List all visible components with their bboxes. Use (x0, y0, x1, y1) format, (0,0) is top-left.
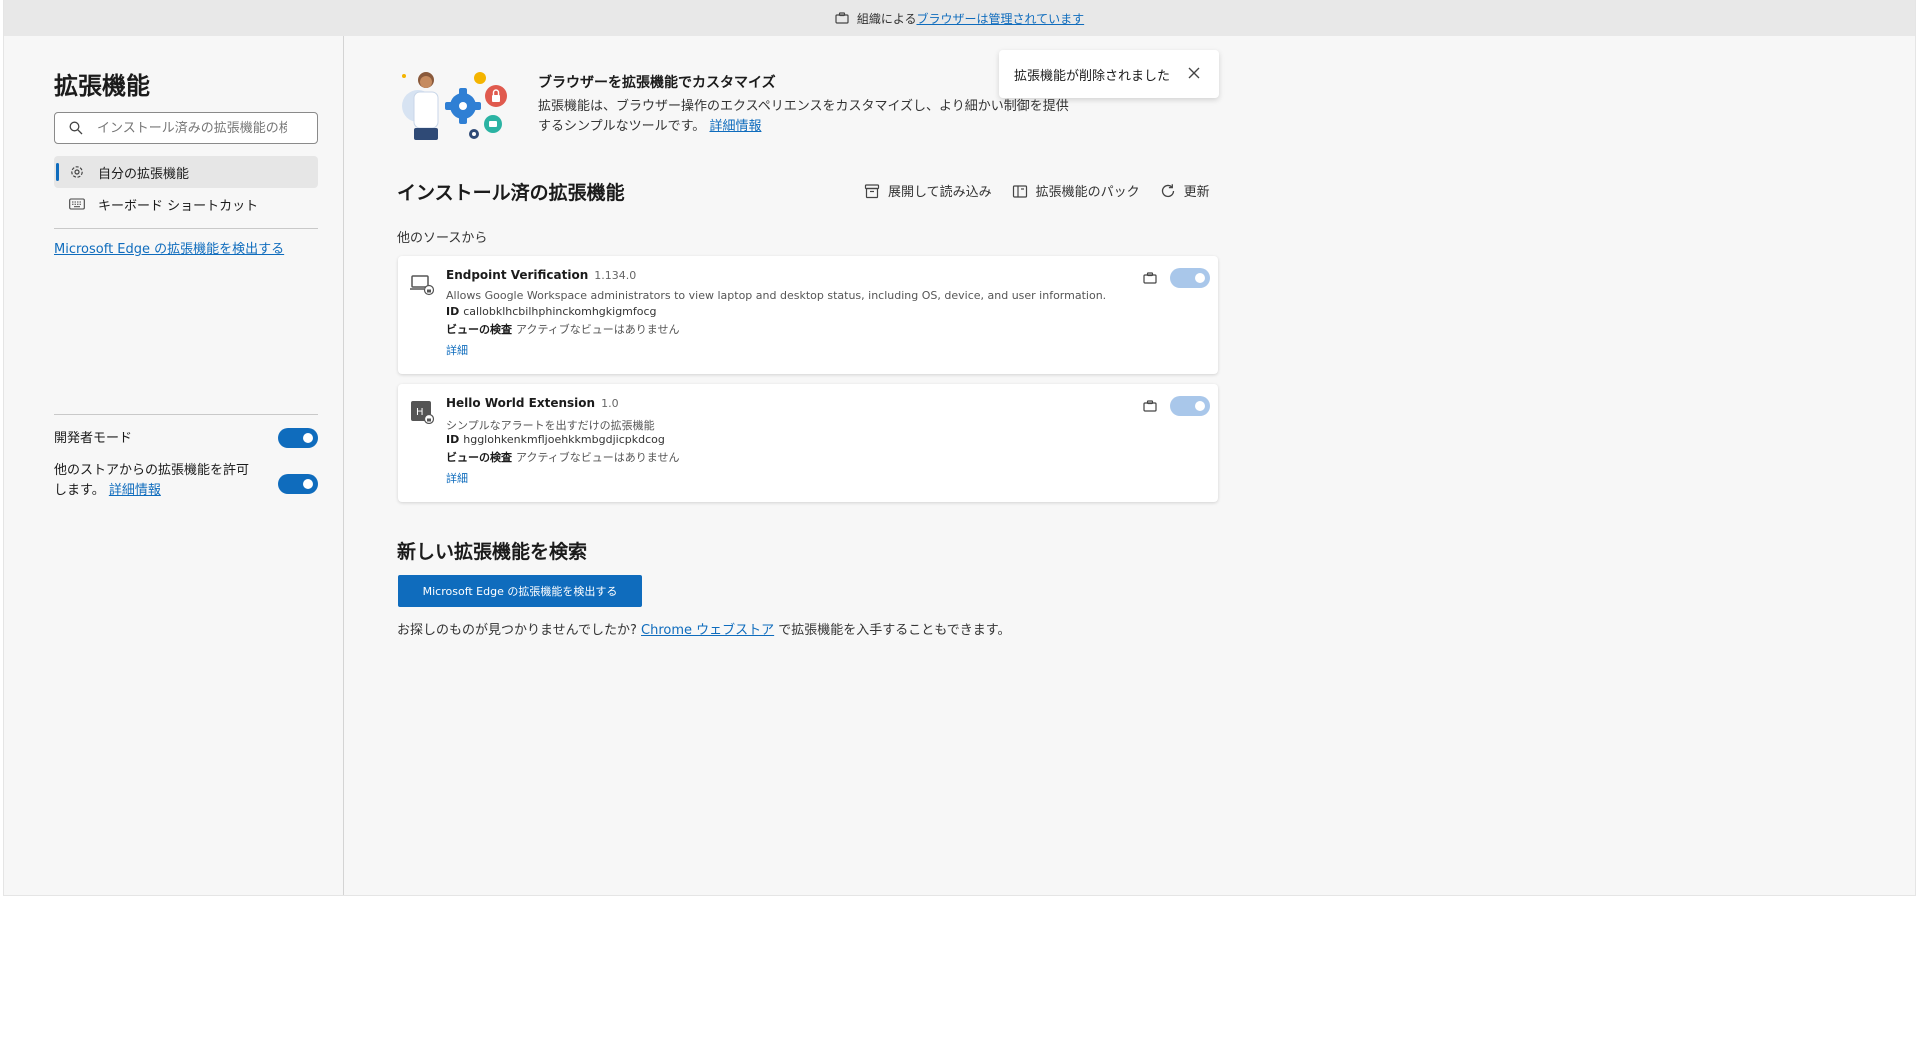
inspect-label: ビューの検査 (446, 323, 512, 336)
managed-link[interactable]: ブラウザーは管理されています (916, 10, 1084, 27)
briefcase-icon (835, 12, 849, 24)
installed-extensions-title: インストール済の拡張機能 (397, 182, 625, 204)
extension-id: ID callobklhcbilhphinckomhgkigmfocg (446, 305, 657, 318)
discover-extensions-link[interactable]: Microsoft Edge の拡張機能を検出する (54, 238, 284, 257)
installed-toolbar: 展開して読み込み 拡張機能のパック 更新 (864, 181, 1230, 200)
inspect-views: ビューの検査 アクティブなビューはありません (446, 449, 679, 465)
extension-placeholder-icon: H (411, 401, 434, 424)
extension-id: ID hgglohkenkmfljoehkkmbgdjicpkdcog (446, 433, 665, 446)
search-icon (69, 121, 83, 135)
developer-mode-label: 開発者モード (54, 431, 133, 446)
hero-title: ブラウザーを拡張機能でカスタマイズ (538, 75, 776, 91)
sidebar: 拡張機能 自分の拡張機能 (4, 36, 344, 895)
id-label: ID (446, 305, 460, 318)
details-link[interactable]: 詳細 (446, 470, 468, 486)
managed-prefix: 組織による (856, 11, 917, 26)
main-content: ブラウザーを拡張機能でカスタマイズ 拡張機能は、ブラウザー操作のエクスペリエンス… (344, 36, 1915, 895)
extension-name: Endpoint Verification 1.134.0 (446, 268, 636, 282)
inspect-label: ビューの検査 (446, 451, 512, 464)
id-label: ID (446, 433, 460, 446)
chrome-store-note: お探しのものが見つかりませんでしたか? Chrome ウェブストア で拡張機能を… (397, 619, 1010, 638)
laptop-icon (410, 275, 434, 296)
inspect-value: アクティブなビューはありません (516, 323, 680, 336)
discover-extensions-button[interactable]: Microsoft Edge の拡張機能を検出する (398, 575, 642, 607)
allow-other-stores-learn-more-link[interactable]: 詳細情報 (109, 483, 161, 498)
extension-description: シンプルなアラートを出すだけの拡張機能 (446, 419, 655, 432)
hero-description-text: 拡張機能は、ブラウザー操作のエクスペリエンスをカスタマイズし、より細かい制御を提… (538, 99, 1069, 134)
developer-mode-toggle[interactable] (278, 428, 318, 448)
customize-illustration-icon (402, 72, 507, 140)
sidebar-title: 拡張機能 (54, 72, 150, 100)
extension-card-hello-world: H Hello World Extension 1.0 シンプルなアラートを出すだ… (398, 384, 1218, 502)
sidebar-divider (54, 414, 318, 415)
id-value: hgglohkenkmfljoehkkmbgdjicpkdcog (463, 433, 665, 446)
keyboard-icon (68, 195, 86, 213)
allow-other-stores-label: 他のストアからの拡張機能を許可します。 詳細情報 (54, 461, 259, 501)
other-sources-label: 他のソースから (397, 231, 488, 246)
note-suffix: で拡張機能を入手することもできます。 (778, 623, 1011, 638)
sidebar-item-my-extensions[interactable]: 自分の拡張機能 (54, 156, 318, 188)
toast-message: 拡張機能が削除されました (1014, 68, 1171, 84)
managed-briefcase-icon (1143, 272, 1157, 284)
note-prefix: お探しのものが見つかりませんでしたか? (397, 623, 637, 638)
edge-extensions-page: 組織によるブラウザーは管理されています 拡張機能 自分の拡張機能 (3, 0, 1916, 896)
pack-extension-label: 拡張機能のパック (1035, 185, 1140, 200)
id-value: callobklhcbilhphinckomhgkigmfocg (463, 305, 657, 318)
extension-description: Allows Google Workspace administrators t… (446, 289, 1107, 302)
toggle-knob (303, 479, 313, 489)
extension-version: 1.0 (601, 397, 619, 410)
find-new-extensions-title: 新しい拡張機能を検索 (397, 541, 588, 563)
chrome-web-store-link[interactable]: Chrome ウェブストア (641, 623, 774, 638)
managed-briefcase-icon (1143, 400, 1157, 412)
managed-browser-bar: 組織による ブラウザーは管理されています (4, 0, 1915, 36)
toggle-knob (1195, 401, 1205, 411)
allow-other-stores-toggle[interactable] (278, 474, 318, 494)
details-link[interactable]: 詳細 (446, 342, 468, 358)
sidebar-item-label: 自分の拡張機能 (98, 166, 190, 182)
sidebar-item-keyboard-shortcuts[interactable]: キーボード ショートカット (54, 188, 318, 220)
load-unpacked-label: 展開して読み込み (888, 185, 992, 200)
hero-learn-more-link[interactable]: 詳細情報 (709, 119, 761, 134)
inspect-value: アクティブなビューはありません (516, 451, 680, 464)
update-button[interactable]: 更新 (1160, 181, 1210, 200)
extension-card-endpoint-verification: Endpoint Verification 1.134.0 Allows Goog… (398, 256, 1218, 374)
removed-notification-toast: 拡張機能が削除されました (999, 50, 1219, 98)
extension-name-text: Hello World Extension (446, 396, 596, 410)
toggle-knob (303, 433, 313, 443)
search-input[interactable] (95, 119, 289, 137)
active-indicator (56, 163, 59, 181)
box-open-icon (864, 183, 880, 198)
svg-text:H: H (416, 407, 424, 418)
close-icon[interactable] (1187, 66, 1201, 80)
sidebar-divider (54, 228, 318, 229)
toggle-knob (1195, 273, 1205, 283)
extension-gear-icon (68, 163, 86, 181)
hero-description: 拡張機能は、ブラウザー操作のエクスペリエンスをカスタマイズし、より細かい制御を提… (538, 97, 1078, 137)
sidebar-item-label: キーボード ショートカット (98, 198, 259, 214)
extension-version: 1.134.0 (594, 269, 637, 282)
update-label: 更新 (1183, 185, 1210, 200)
pack-icon (1012, 184, 1027, 198)
extension-enable-toggle[interactable] (1170, 268, 1210, 288)
search-box[interactable] (54, 112, 318, 144)
extension-name-text: Endpoint Verification (446, 268, 589, 282)
refresh-icon (1161, 183, 1174, 197)
extension-name: Hello World Extension 1.0 (446, 396, 619, 410)
extension-enable-toggle[interactable] (1170, 396, 1210, 416)
pack-extension-button[interactable]: 拡張機能のパック (1012, 181, 1140, 200)
load-unpacked-button[interactable]: 展開して読み込み (864, 181, 992, 200)
inspect-views: ビューの検査 アクティブなビューはありません (446, 321, 679, 337)
